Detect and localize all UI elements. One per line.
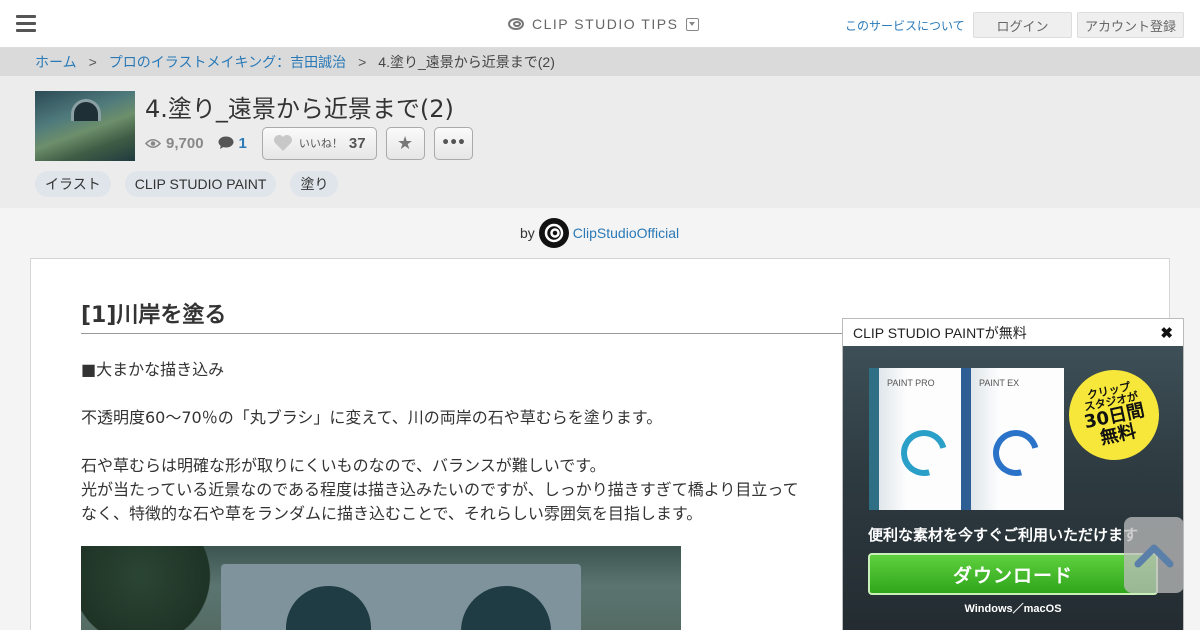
article-image[interactable] xyxy=(81,546,681,630)
ad-title: CLIP STUDIO PAINTが無料 xyxy=(853,324,1027,341)
dropdown-icon[interactable] xyxy=(686,17,700,31)
article-meta: 9,700 1 いいね！ 37 ★ ••• xyxy=(145,126,473,160)
article-header: 4.塗り_遠景から近景まで(2) 9,700 1 いいね！ 37 ★ ••• イ… xyxy=(0,76,1200,208)
paragraph: なく、特徴的な石や草をランダムに描き込むことで、それらしい雰囲気を目指します。 xyxy=(81,504,703,523)
page-title: 4.塗り_遠景から近景まで(2) xyxy=(145,95,454,123)
chevron-up-icon xyxy=(1134,544,1174,568)
box-label: PAINT EX xyxy=(979,378,1020,388)
comment-count-value: 1 xyxy=(238,134,247,152)
paragraph: 光が当たっている近景なのである程度は描き込みたいのですが、しっかり描きすぎて橋よ… xyxy=(81,480,799,499)
breadcrumb: ホーム > プロのイラストメイキング：吉田誠治 > 4.塗り_遠景から近景まで(… xyxy=(0,48,1200,76)
brand-menu[interactable]: CLIP STUDIO TIPS xyxy=(508,14,700,34)
clip-studio-logo-icon xyxy=(508,18,524,30)
product-box-pro: PAINT PRO xyxy=(869,368,972,510)
register-button[interactable]: アカウント登録 xyxy=(1077,12,1184,38)
breadcrumb-series[interactable]: プロのイラストメイキング：吉田誠治 xyxy=(109,52,346,72)
tag-item[interactable]: イラスト xyxy=(35,171,111,197)
product-box-ex: PAINT EX xyxy=(961,368,1064,510)
view-count: 9,700 xyxy=(145,135,204,152)
like-label: いいね！ xyxy=(298,138,343,150)
clip-studio-logo-icon xyxy=(892,421,956,485)
tag-item[interactable]: 塗り xyxy=(290,171,339,197)
close-icon[interactable]: ✖ xyxy=(1160,324,1173,342)
comment-count[interactable]: 1 xyxy=(218,135,247,152)
ad-os-label: Windows／macOS xyxy=(964,603,1062,615)
comment-icon xyxy=(218,136,234,149)
top-bar: CLIP STUDIO TIPS このサービスについて ログイン アカウント登録 xyxy=(0,0,1200,48)
clip-studio-logo-icon xyxy=(984,421,1048,485)
section-heading: [1]川岸を塗る xyxy=(81,297,881,334)
paragraph: 不透明度60～70％の「丸ブラシ」に変えて、川の両岸の石や草むらを塗ります。 xyxy=(81,408,663,427)
favorite-button[interactable]: ★ xyxy=(385,126,425,160)
ad-header: CLIP STUDIO PAINTが無料 ✖ xyxy=(843,319,1183,346)
paragraph: ■大まかな描き込み xyxy=(81,360,225,379)
eye-icon xyxy=(145,138,161,148)
breadcrumb-current: 4.塗り_遠景から近景まで(2) xyxy=(378,54,555,70)
tag-item[interactable]: CLIP STUDIO PAINT xyxy=(124,171,277,197)
about-service-link[interactable]: このサービスについて xyxy=(845,17,965,34)
avatar[interactable] xyxy=(538,218,569,248)
more-button[interactable]: ••• xyxy=(433,126,473,160)
free-trial-badge: クリップ スタジオが 30日間 無料 xyxy=(1060,361,1168,469)
download-button[interactable]: ダウンロード xyxy=(868,553,1158,595)
paragraph: 石や草むらは明確な形が取りにくいものなので、バランスが難しいです。 xyxy=(81,456,606,475)
back-to-top-button[interactable] xyxy=(1124,517,1184,593)
byline: by ClipStudioOfficial xyxy=(520,218,679,248)
ellipsis-icon: ••• xyxy=(441,135,466,151)
author-link[interactable]: ClipStudioOfficial xyxy=(573,225,679,241)
article-thumbnail[interactable] xyxy=(35,91,135,161)
login-button[interactable]: ログイン xyxy=(973,12,1072,38)
breadcrumb-separator: > xyxy=(358,54,367,70)
badge-text: 無料 xyxy=(1098,420,1138,449)
breadcrumb-separator: > xyxy=(88,54,97,70)
brand-label: CLIP STUDIO TIPS xyxy=(532,16,679,32)
clip-studio-avatar-icon xyxy=(544,223,564,243)
ad-copy: 便利な素材を今すぐご利用いただけます xyxy=(868,526,1139,544)
star-icon: ★ xyxy=(397,132,414,154)
by-label: by xyxy=(520,225,535,241)
tag-list: イラスト CLIP STUDIO PAINT 塗り xyxy=(35,171,339,197)
heart-icon xyxy=(273,135,292,151)
like-button[interactable]: いいね！ 37 xyxy=(261,126,377,160)
breadcrumb-home[interactable]: ホーム xyxy=(35,52,77,72)
like-count: 37 xyxy=(348,134,366,152)
view-count-value: 9,700 xyxy=(166,134,204,152)
box-label: PAINT PRO xyxy=(887,378,935,388)
hamburger-icon[interactable] xyxy=(16,15,36,32)
